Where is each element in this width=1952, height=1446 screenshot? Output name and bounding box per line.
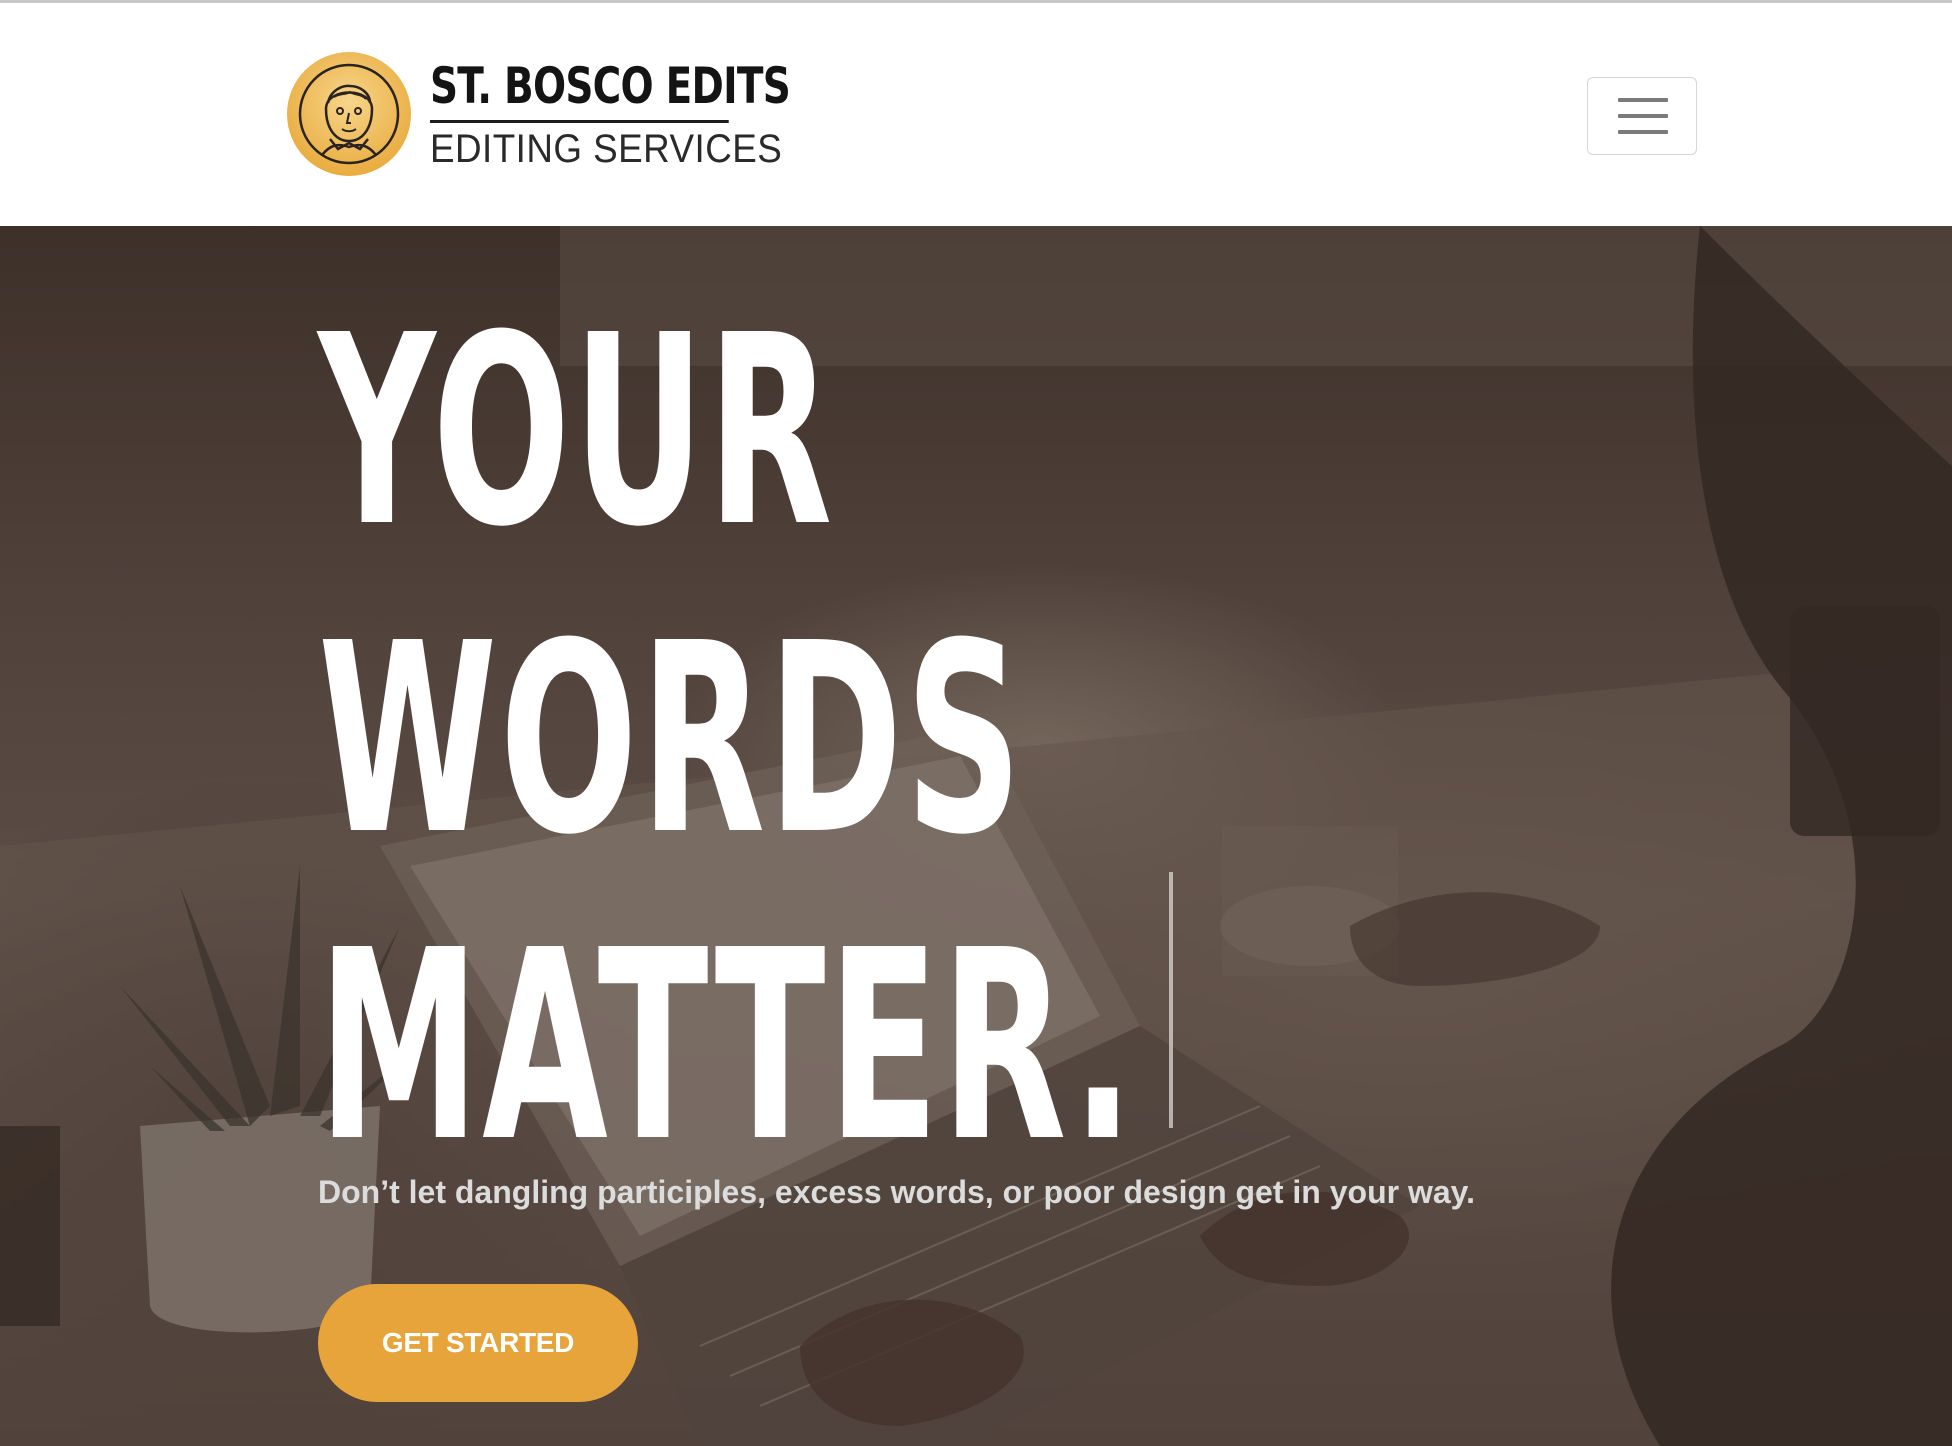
brand-tagline: EDITING SERVICES: [430, 126, 783, 171]
brand-logo-link[interactable]: ST. BOSCO EDITS EDITING SERVICES: [286, 49, 813, 179]
menu-toggle-button[interactable]: [1587, 77, 1697, 155]
site-header: ST. BOSCO EDITS EDITING SERVICES: [0, 3, 1952, 226]
hamburger-bar: [1618, 130, 1668, 134]
brand-name: ST. BOSCO EDITS: [430, 58, 791, 123]
headline-line: YOUR: [318, 279, 835, 584]
hero-section: YOUR WORDS MATTER. Don’t let dangling pa…: [0, 226, 1952, 1446]
hamburger-bar: [1618, 114, 1668, 118]
headline-line: MATTER.: [318, 894, 1137, 1199]
headline-line: WORDS: [318, 587, 1025, 892]
typing-caret: [1169, 872, 1173, 1128]
page: ST. BOSCO EDITS EDITING SERVICES YOUR WO…: [0, 0, 1952, 1446]
portrait-seal-icon: [287, 52, 411, 176]
hero-subtitle: Don’t let dangling participles, excess w…: [318, 1174, 1475, 1210]
get-started-button[interactable]: GET STARTED: [318, 1284, 638, 1402]
hamburger-bar: [1618, 98, 1668, 102]
brand-text: ST. BOSCO EDITS EDITING SERVICES: [430, 58, 813, 171]
